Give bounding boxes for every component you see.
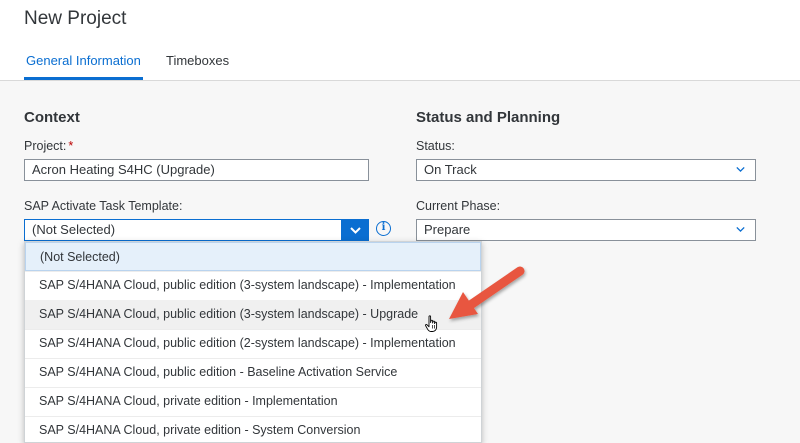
dropdown-option[interactable]: SAP S/4HANA Cloud, private edition - Sys… <box>25 416 481 442</box>
template-select-value: (Not Selected) <box>32 222 116 237</box>
template-dropdown-list: (Not Selected) SAP S/4HANA Cloud, public… <box>24 241 482 443</box>
page-title: New Project <box>24 8 127 29</box>
template-label: SAP Activate Task Template: <box>24 199 183 213</box>
project-label-text: Project: <box>24 139 67 153</box>
annotation-arrow-icon <box>449 266 525 319</box>
dropdown-option[interactable]: SAP S/4HANA Cloud, private edition - Imp… <box>25 387 481 416</box>
status-select[interactable]: On Track <box>416 159 756 181</box>
required-marker: * <box>68 139 74 153</box>
context-section-title: Context <box>24 109 80 126</box>
status-label: Status: <box>416 139 455 153</box>
tab-timeboxes[interactable]: Timeboxes <box>166 53 229 68</box>
phase-select[interactable]: Prepare <box>416 219 756 241</box>
hand-cursor-icon <box>425 315 438 332</box>
phase-label: Current Phase: <box>416 199 501 213</box>
active-tab-indicator <box>24 77 143 80</box>
phase-select-value: Prepare <box>424 222 471 237</box>
template-dropdown-button[interactable] <box>341 219 369 241</box>
dropdown-option[interactable]: (Not Selected) <box>25 242 481 271</box>
chevron-down-icon <box>350 227 361 234</box>
tab-general-information[interactable]: General Information <box>26 53 141 68</box>
dropdown-option[interactable]: SAP S/4HANA Cloud, public edition (3-sys… <box>25 300 481 329</box>
page-header: New Project General Information Timeboxe… <box>0 0 800 81</box>
project-input[interactable]: Acron Heating S4HC (Upgrade) <box>24 159 369 181</box>
dropdown-option[interactable]: SAP S/4HANA Cloud, public edition (2-sys… <box>25 329 481 358</box>
project-label: Project: * <box>24 139 73 153</box>
status-select-value: On Track <box>424 162 477 177</box>
info-icon[interactable]: i <box>376 221 391 236</box>
dropdown-option[interactable]: SAP S/4HANA Cloud, public edition - Base… <box>25 358 481 387</box>
status-planning-section-title: Status and Planning <box>416 109 561 126</box>
chevron-down-icon <box>736 226 745 233</box>
dropdown-option[interactable]: SAP S/4HANA Cloud, public edition (3-sys… <box>25 271 481 300</box>
chevron-down-icon <box>736 166 745 173</box>
template-select[interactable]: (Not Selected) <box>24 219 369 241</box>
